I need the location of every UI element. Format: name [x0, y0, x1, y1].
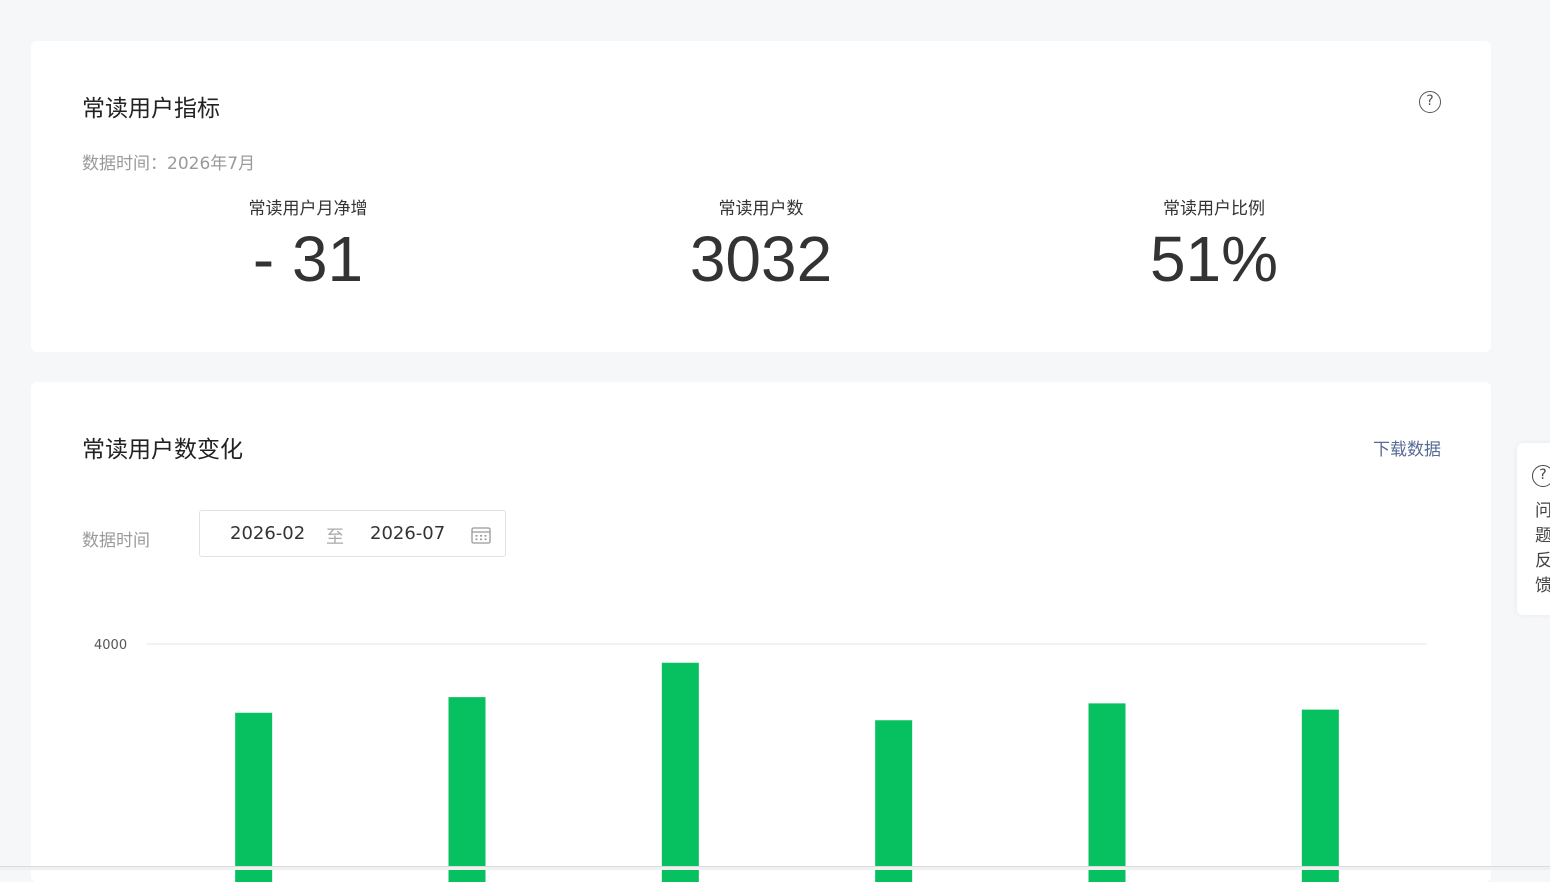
chart-bar-2026-07[interactable] [1301, 709, 1339, 882]
data-time-label: 数据时间：2026年7月 [82, 154, 256, 174]
metrics-card: 常读用户指标 ? 数据时间：2026年7月 常读用户月净增 - 31 常读用户数… [31, 41, 1491, 352]
bottom-divider [0, 866, 1550, 870]
date-end-input[interactable]: 2026-07 [370, 523, 445, 544]
date-filter-label: 数据时间 [82, 531, 150, 551]
chart-bar-2026-02[interactable] [235, 712, 273, 882]
trend-card: 常读用户数变化 下载数据 数据时间 2026-02 至 2026-07 4000 [31, 382, 1491, 882]
y-tick-label: 4000 [94, 638, 127, 653]
metric-label: 常读用户月净增 [248, 199, 368, 219]
metric-label: 常读用户比例 [1163, 199, 1265, 219]
chart-bar-2026-03[interactable] [448, 697, 486, 882]
download-data-link[interactable]: 下载数据 [1373, 435, 1441, 460]
metric-value: - 31 [252, 223, 364, 295]
chart-bar-2026-06[interactable] [1088, 703, 1126, 882]
metric-label: 常读用户数 [718, 199, 804, 219]
metric-frequent-user-ratio: 常读用户比例 51% [1014, 194, 1414, 295]
date-separator: 至 [326, 527, 344, 548]
frequent-users-bar-chart: 4000 [94, 638, 1427, 882]
metric-value: 51% [1149, 223, 1279, 295]
feedback-label[interactable]: 问题反馈 [1535, 499, 1550, 599]
calendar-icon[interactable] [471, 526, 491, 544]
trend-card-title: 常读用户数变化 [82, 437, 243, 463]
date-range-picker[interactable]: 2026-02 至 2026-07 [199, 510, 506, 557]
metrics-card-title: 常读用户指标 [82, 96, 220, 122]
question-circle-icon[interactable]: ? [1532, 465, 1550, 487]
date-start-input[interactable]: 2026-02 [230, 523, 305, 544]
metric-frequent-user-count: 常读用户数 3032 [561, 194, 961, 295]
metric-value: 3032 [689, 223, 833, 295]
chart-bar-2026-04[interactable] [661, 662, 699, 882]
feedback-widget[interactable]: ? 问题反馈 [1517, 443, 1550, 615]
chart-bar-2026-05[interactable] [875, 720, 913, 882]
question-circle-icon[interactable]: ? [1419, 91, 1441, 113]
metric-monthly-net-increase: 常读用户月净增 - 31 [108, 194, 508, 295]
